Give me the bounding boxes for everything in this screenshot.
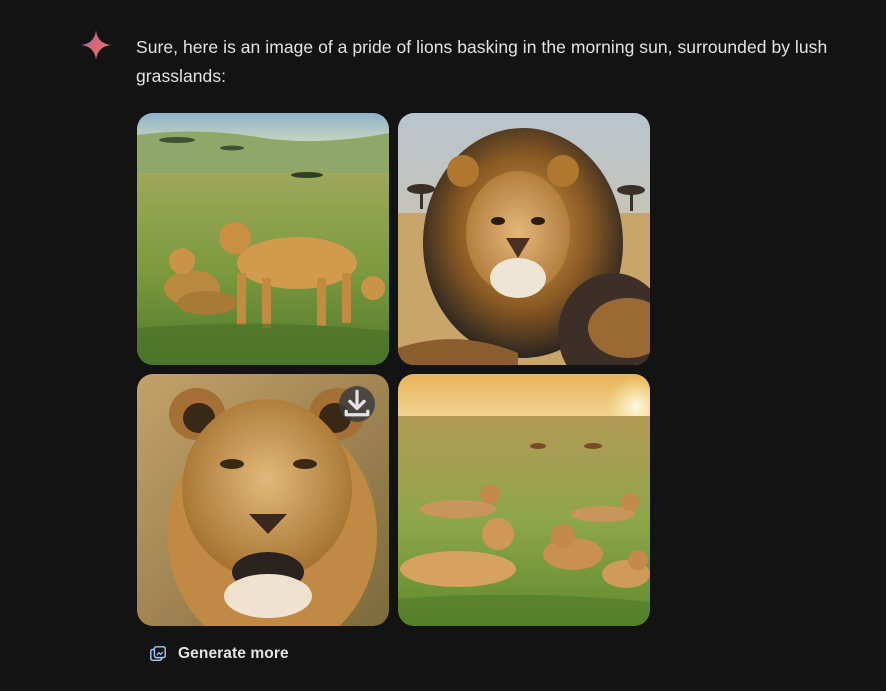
generate-more-label: Generate more xyxy=(178,645,289,662)
chat-response-page: Sure, here is an image of a pride of lio… xyxy=(0,0,886,691)
generate-more-button[interactable]: Generate more xyxy=(140,636,297,672)
generated-image-1[interactable] xyxy=(137,113,389,365)
image-grid xyxy=(137,113,650,626)
generated-image-4[interactable] xyxy=(398,374,650,626)
response-text: Sure, here is an image of a pride of lio… xyxy=(136,37,828,86)
lion-pride-grassland-image xyxy=(137,113,389,365)
male-lion-portrait-image xyxy=(398,113,650,365)
lions-resting-sunrise-image xyxy=(398,374,650,626)
generate-image-icon xyxy=(148,644,168,664)
gemini-sparkle-icon xyxy=(80,29,112,61)
download-icon xyxy=(344,389,370,417)
generated-image-2[interactable] xyxy=(398,113,650,365)
generated-image-3[interactable] xyxy=(137,374,389,626)
download-button[interactable] xyxy=(339,386,375,422)
